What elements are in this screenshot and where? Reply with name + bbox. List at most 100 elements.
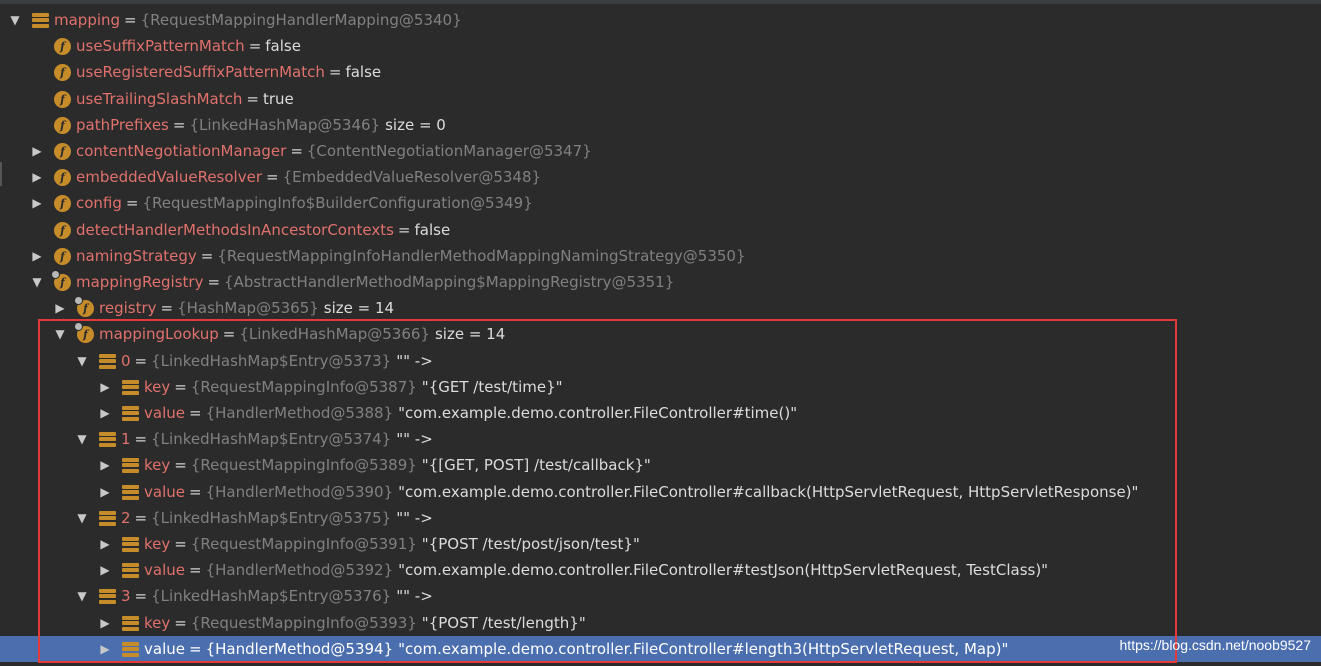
variable-row[interactable]: ▶ value = {HandlerMethod@5392} "com.example.… [0, 557, 1321, 583]
variable-row[interactable]: ▼ 0 = {LinkedHashMap$Entry@5373} "" -> [0, 348, 1321, 374]
variable-row[interactable]: ▶ f embeddedValueResolver = {EmbeddedValueRe… [0, 164, 1321, 190]
variable-name: 2 [121, 509, 131, 527]
variable-row[interactable]: ▶fuseSuffixPatternMatch=false [0, 33, 1321, 59]
variable-row[interactable]: ▶ key = {RequestMappingInfo@5393} "{POST /te… [0, 610, 1321, 636]
collapse-arrow-icon[interactable]: ▼ [75, 354, 89, 368]
variable-row[interactable]: ▶fdetectHandlerMethodsInAncestorContexts… [0, 217, 1321, 243]
field-icon: f [54, 221, 71, 239]
expand-arrow-icon[interactable]: ▶ [30, 170, 44, 184]
variable-reference: {RequestMappingHandlerMapping@5340} [140, 11, 462, 29]
variable-reference: {LinkedHashMap$Entry@5374} [151, 430, 392, 448]
variable-row[interactable]: ▶fuseRegisteredSuffixPatternMatch=false [0, 59, 1321, 85]
expand-arrow-icon[interactable]: ▶ [98, 563, 112, 577]
expand-arrow-icon[interactable]: ▶ [98, 485, 112, 499]
field-icon: f [54, 142, 71, 160]
expand-arrow-icon[interactable]: ▶ [30, 249, 44, 263]
equals-sign: = [134, 352, 148, 370]
variable-value: "{POST /test/length}" [421, 614, 586, 632]
field-icon: f [54, 168, 71, 186]
expand-arrow-icon[interactable]: ▶ [30, 196, 44, 210]
equals-sign: = [188, 561, 202, 579]
variable-row[interactable]: ▼ 1 = {LinkedHashMap$Entry@5374} "" -> [0, 426, 1321, 452]
variable-row[interactable]: ▶ f config = {RequestMappingInfo$BuilderConf… [0, 190, 1321, 216]
equals-sign: = [188, 483, 202, 501]
equals-sign: = [265, 168, 279, 186]
variable-row[interactable]: ▼ f mappingLookup = {LinkedHashMap@5366} size… [0, 321, 1321, 347]
fields-icon [99, 588, 116, 605]
variable-name: embeddedValueResolver [76, 168, 262, 186]
collapse-arrow-icon[interactable]: ▼ [8, 13, 22, 27]
variable-name: mappingLookup [99, 325, 219, 343]
equals-sign: = [125, 194, 139, 212]
final-field-icon: f [74, 321, 94, 343]
variable-row[interactable]: ▼ mapping = {RequestMappingHandlerMapping@5… [0, 7, 1321, 33]
variable-row[interactable]: ▶ key = {RequestMappingInfo@5387} "{GET /tes… [0, 374, 1321, 400]
collapse-arrow-icon[interactable]: ▼ [53, 327, 67, 341]
variable-value: true [262, 90, 294, 108]
variable-reference: {LinkedHashMap$Entry@5376} [151, 587, 392, 605]
variable-name: key [144, 535, 171, 553]
variable-name: detectHandlerMethodsInAncestorContexts [76, 221, 394, 239]
variable-value: "" -> [396, 430, 433, 448]
equals-sign: = [248, 37, 262, 55]
fields-icon [32, 12, 49, 29]
variable-reference: {HandlerMethod@5390} [205, 483, 394, 501]
variable-row[interactable]: ▶ value = {HandlerMethod@5388} "com.example.… [0, 400, 1321, 426]
fields-icon [122, 536, 139, 553]
equals-sign: = [124, 11, 137, 29]
collapse-arrow-icon[interactable]: ▼ [75, 432, 89, 446]
variable-row[interactable]: ▶ f namingStrategy = {RequestMappingInfoHand… [0, 243, 1321, 269]
variable-reference: {HandlerMethod@5392} [205, 561, 394, 579]
variable-name: useSuffixPatternMatch [76, 37, 245, 55]
variable-row[interactable]: ▼ f mappingRegistry = {AbstractHandlerMethod… [0, 269, 1321, 295]
variable-name: key [144, 378, 171, 396]
collapse-arrow-icon[interactable]: ▼ [75, 589, 89, 603]
variable-value: false [265, 37, 301, 55]
equals-sign: = [134, 587, 148, 605]
equals-sign: = [174, 378, 187, 396]
field-icon: f [54, 194, 71, 212]
variable-reference: {LinkedHashMap@5366} [239, 325, 430, 343]
expand-arrow-icon[interactable]: ▶ [30, 144, 44, 158]
variable-reference: {EmbeddedValueResolver@5348} [282, 168, 542, 186]
equals-sign: = [174, 535, 187, 553]
variable-reference: {RequestMappingInfoHandlerMethodMappingN… [217, 247, 746, 265]
variable-value: "com.example.demo.controller.FileControl… [398, 483, 1139, 501]
variable-reference: {LinkedHashMap$Entry@5375} [151, 509, 392, 527]
equals-sign: = [207, 273, 221, 291]
panel-top-border [0, 0, 1321, 4]
fields-icon [122, 562, 139, 579]
expand-arrow-icon[interactable]: ▶ [98, 642, 112, 656]
variable-row[interactable]: ▶ f registry = {HashMap@5365} size = 14 [0, 295, 1321, 321]
variable-value: "" -> [396, 587, 433, 605]
equals-sign: = [134, 509, 148, 527]
equals-sign: = [174, 456, 187, 474]
variable-reference: {HashMap@5365} [177, 299, 319, 317]
variable-row[interactable]: ▶fpathPrefixes={LinkedHashMap@5346}size … [0, 112, 1321, 138]
variable-row[interactable]: ▶ f contentNegotiationManager = {ContentNego… [0, 138, 1321, 164]
variable-name: useRegisteredSuffixPatternMatch [76, 63, 325, 81]
variable-row[interactable]: ▼ 2 = {LinkedHashMap$Entry@5375} "" -> [0, 505, 1321, 531]
variable-row[interactable]: ▼ 3 = {LinkedHashMap$Entry@5376} "" -> [0, 583, 1321, 609]
expand-arrow-icon[interactable]: ▶ [53, 301, 67, 315]
collapse-arrow-icon[interactable]: ▼ [30, 275, 44, 289]
expand-arrow-icon[interactable]: ▶ [98, 406, 112, 420]
variable-row[interactable]: ▶ key = {RequestMappingInfo@5389} "{[GET, PO… [0, 452, 1321, 478]
variable-row[interactable]: ▶fuseTrailingSlashMatch=true [0, 86, 1321, 112]
variable-value: "" -> [396, 509, 433, 527]
equals-sign: = [200, 247, 214, 265]
variable-reference: {LinkedHashMap$Entry@5373} [151, 352, 392, 370]
variable-name: 3 [121, 587, 131, 605]
variable-value: "{[GET, POST] /test/callback}" [421, 456, 651, 474]
variable-row[interactable]: ▶ key = {RequestMappingInfo@5391} "{POST /te… [0, 531, 1321, 557]
expand-arrow-icon[interactable]: ▶ [98, 380, 112, 394]
variable-value: "{POST /test/post/json/test}" [421, 535, 640, 553]
expand-arrow-icon[interactable]: ▶ [98, 616, 112, 630]
expand-arrow-icon[interactable]: ▶ [98, 537, 112, 551]
variable-row[interactable]: ▶ value = {HandlerMethod@5390} "com.example.… [0, 479, 1321, 505]
expand-arrow-icon[interactable]: ▶ [98, 458, 112, 472]
equals-sign: = [222, 325, 236, 343]
collapse-arrow-icon[interactable]: ▼ [75, 511, 89, 525]
variables-panel: ▼ mapping = {RequestMappingHandlerMapping@5… [0, 0, 1321, 666]
variable-name: 1 [121, 430, 131, 448]
